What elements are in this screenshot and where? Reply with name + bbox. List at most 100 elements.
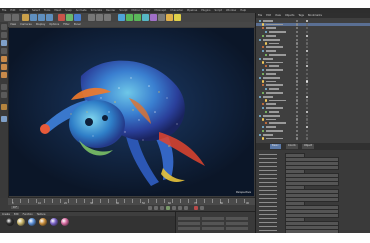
- object-row[interactable]: [256, 137, 370, 141]
- redo-icon[interactable]: [12, 14, 19, 21]
- light-icon[interactable]: [174, 14, 181, 21]
- record-icon[interactable]: [194, 206, 198, 210]
- viewport-menu-item[interactable]: Filter: [61, 23, 71, 26]
- go-to-start-icon[interactable]: [148, 206, 152, 210]
- move-tool-icon[interactable]: [30, 14, 37, 21]
- attribute-row[interactable]: [259, 161, 367, 166]
- visibility-dots-icon[interactable]: [296, 34, 299, 38]
- viewport-menu-item[interactable]: Panel: [72, 23, 83, 26]
- attribute-row[interactable]: [259, 197, 367, 202]
- object-manager-menu-item[interactable]: View: [273, 14, 283, 17]
- visibility-dots-icon[interactable]: [296, 103, 299, 106]
- menu-item[interactable]: Create: [17, 9, 30, 12]
- material-menu-item[interactable]: Edit: [12, 213, 21, 216]
- material-swatch[interactable]: [39, 218, 47, 226]
- attribute-row[interactable]: [259, 169, 367, 174]
- visibility-dots-icon[interactable]: [296, 38, 299, 41]
- tag-icon[interactable]: [306, 84, 309, 87]
- tag-icon[interactable]: [306, 57, 309, 60]
- menu-item[interactable]: Tools: [42, 9, 52, 12]
- visibility-dots-icon[interactable]: [296, 76, 299, 79]
- coord-row-x[interactable]: [178, 217, 254, 220]
- spline-icon[interactable]: [126, 14, 133, 21]
- scale-tool-icon[interactable]: [38, 14, 45, 21]
- visibility-dots-icon[interactable]: [296, 19, 299, 22]
- material-menu-item[interactable]: Function: [21, 213, 35, 216]
- viewport-menu-item[interactable]: Display: [34, 23, 48, 26]
- menu-item[interactable]: File: [0, 9, 8, 12]
- tag-icon[interactable]: [306, 23, 309, 26]
- menu-item[interactable]: Simulate: [89, 9, 104, 12]
- attribute-row[interactable]: [259, 217, 367, 222]
- tag-icon[interactable]: [306, 99, 309, 102]
- make-editable-icon[interactable]: [1, 24, 7, 30]
- lock-workplane-icon[interactable]: [1, 116, 7, 122]
- tag-icon[interactable]: [306, 95, 309, 98]
- material-swatch[interactable]: [61, 218, 69, 226]
- menu-item[interactable]: Render: [104, 9, 117, 12]
- menu-item[interactable]: Animate: [74, 9, 89, 12]
- polygons-mode-icon[interactable]: [1, 72, 7, 78]
- next-key-icon[interactable]: [178, 206, 182, 210]
- go-to-end-icon[interactable]: [184, 206, 188, 210]
- tag-icon[interactable]: [306, 126, 309, 129]
- texture-mode-icon[interactable]: [1, 40, 7, 46]
- tab-object[interactable]: Object: [302, 144, 315, 149]
- render-picture-icon[interactable]: [96, 14, 103, 21]
- coord-row-y[interactable]: [178, 222, 254, 225]
- attribute-row[interactable]: [259, 181, 367, 186]
- previous-key-icon[interactable]: [154, 206, 158, 210]
- visibility-dots-icon[interactable]: [296, 23, 299, 26]
- y-axis-icon[interactable]: [66, 14, 73, 21]
- current-frame[interactable]: 0 F: [11, 206, 19, 209]
- menu-item[interactable]: Snap: [63, 9, 74, 12]
- tab-coord[interactable]: Coord.: [286, 144, 299, 149]
- axis-mode-icon[interactable]: [1, 92, 7, 98]
- visibility-dots-icon[interactable]: [296, 99, 299, 102]
- edges-mode-icon[interactable]: [1, 64, 7, 70]
- attribute-row[interactable]: [259, 177, 367, 182]
- viewport-menu-item[interactable]: Cameras: [18, 23, 34, 26]
- camera-icon[interactable]: [166, 14, 173, 21]
- object-manager-menu-item[interactable]: Tags: [296, 14, 306, 17]
- points-mode-icon[interactable]: [1, 56, 7, 62]
- menu-item[interactable]: Edit: [8, 9, 17, 12]
- menu-item[interactable]: Sculpt: [117, 9, 129, 12]
- menu-item[interactable]: Help: [238, 9, 248, 12]
- material-swatch[interactable]: [50, 218, 58, 226]
- attribute-row[interactable]: [259, 153, 367, 158]
- attribute-row[interactable]: [259, 225, 367, 230]
- tag-icon[interactable]: [306, 110, 309, 114]
- visibility-dots-icon[interactable]: [296, 65, 299, 68]
- sculpt-icon[interactable]: [1, 104, 7, 110]
- tag-icon[interactable]: [306, 61, 309, 64]
- material-menu-item[interactable]: Create: [0, 213, 12, 216]
- viewport-menu-item[interactable]: Options: [47, 23, 61, 26]
- render-settings-icon[interactable]: [104, 14, 111, 21]
- attribute-row[interactable]: [259, 213, 367, 218]
- material-menu-item[interactable]: Texture: [35, 213, 48, 216]
- visibility-dots-icon[interactable]: [296, 27, 299, 30]
- array-icon[interactable]: [142, 14, 149, 21]
- visibility-dots-icon[interactable]: [296, 69, 299, 72]
- model-mode-icon[interactable]: [1, 32, 7, 38]
- menu-item[interactable]: MoGraph: [152, 9, 168, 12]
- visibility-dots-icon[interactable]: [296, 61, 299, 64]
- tag-icon[interactable]: [306, 72, 309, 76]
- object-manager-menu-item[interactable]: File: [256, 14, 264, 17]
- visibility-dots-icon[interactable]: [296, 46, 299, 49]
- attribute-row[interactable]: [259, 201, 367, 206]
- rotate-tool-icon[interactable]: [46, 14, 53, 21]
- autokey-icon[interactable]: [200, 206, 204, 210]
- attribute-row[interactable]: [259, 173, 367, 178]
- tag-icon[interactable]: [306, 133, 309, 136]
- x-axis-icon[interactable]: [58, 14, 65, 21]
- menu-item[interactable]: Window: [224, 9, 238, 12]
- tag-icon[interactable]: [306, 31, 309, 34]
- visibility-dots-icon[interactable]: [296, 126, 299, 129]
- attribute-row[interactable]: [259, 185, 367, 190]
- tag-icon[interactable]: [306, 103, 309, 106]
- attribute-row[interactable]: [259, 193, 367, 198]
- tag-icon[interactable]: [306, 53, 309, 57]
- tag-icon[interactable]: [306, 19, 309, 22]
